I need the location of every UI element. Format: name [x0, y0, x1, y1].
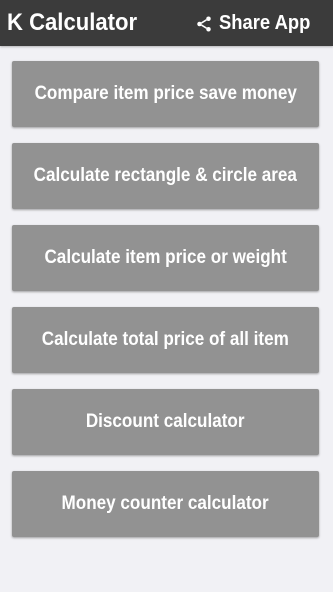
- money-counter-button[interactable]: Money counter calculator: [12, 471, 319, 537]
- app-bar: K Calculator Share App: [0, 0, 333, 46]
- app-title: K Calculator: [7, 9, 138, 36]
- menu-item-label: Calculate rectangle & circle area: [33, 165, 298, 186]
- menu-item-label: Calculate total price of all item: [41, 329, 290, 350]
- share-icon: [196, 16, 211, 31]
- share-app-label: Share App: [218, 12, 311, 34]
- item-price-weight-button[interactable]: Calculate item price or weight: [12, 225, 319, 291]
- share-app-button[interactable]: Share App: [195, 12, 318, 35]
- rectangle-circle-area-button[interactable]: Calculate rectangle & circle area: [12, 143, 319, 209]
- total-price-button[interactable]: Calculate total price of all item: [12, 307, 319, 373]
- calculator-menu: Compare item price save money Calculate …: [12, 61, 319, 553]
- compare-item-price-button[interactable]: Compare item price save money: [12, 61, 319, 127]
- menu-item-label: Money counter calculator: [61, 493, 270, 514]
- discount-calculator-button[interactable]: Discount calculator: [12, 389, 319, 455]
- menu-item-label: Compare item price save money: [34, 83, 297, 104]
- menu-item-label: Discount calculator: [86, 411, 245, 432]
- menu-item-label: Calculate item price or weight: [44, 247, 287, 268]
